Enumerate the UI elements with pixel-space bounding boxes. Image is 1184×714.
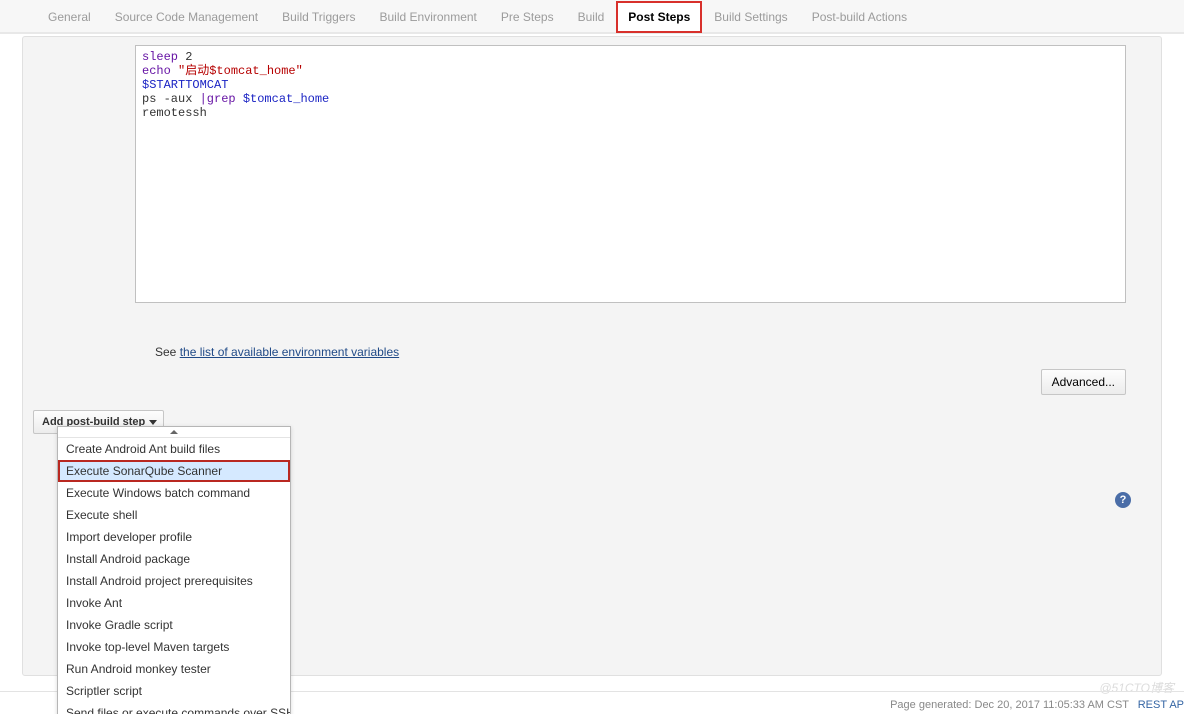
code-string: "启动$tomcat_home" [171, 64, 303, 78]
dropdown-item[interactable]: Invoke Ant [58, 592, 290, 614]
dropdown-item[interactable]: Invoke top-level Maven targets [58, 636, 290, 658]
code-text: ps -aux [142, 92, 200, 106]
dropdown-item[interactable]: Run Android monkey tester [58, 658, 290, 680]
dropdown-item[interactable]: Scriptler script [58, 680, 290, 702]
dropdown-item[interactable]: Invoke Gradle script [58, 614, 290, 636]
tab-post-steps[interactable]: Post Steps [616, 1, 702, 33]
dropdown-item[interactable]: Install Android project prerequisites [58, 570, 290, 592]
shell-command-textarea[interactable]: sleep 2 echo "启动$tomcat_home" $STARTTOMC… [135, 45, 1126, 303]
code-keyword: sleep [142, 50, 178, 64]
code-text: 2 [178, 50, 192, 64]
code-keyword: echo [142, 64, 171, 78]
add-step-dropdown: Create Android Ant build filesExecute So… [57, 426, 291, 714]
code-keyword: |grep [200, 92, 243, 106]
dropdown-item[interactable]: Create Android Ant build files [58, 438, 290, 460]
dropdown-scroll-up[interactable] [58, 427, 290, 438]
post-steps-panel: sleep 2 echo "启动$tomcat_home" $STARTTOMC… [22, 36, 1162, 676]
tab-build[interactable]: Build [566, 1, 617, 32]
env-vars-hint: See the list of available environment va… [155, 345, 399, 359]
tab-build-environment[interactable]: Build Environment [368, 1, 489, 32]
dropdown-item[interactable]: Install Android package [58, 548, 290, 570]
dropdown-item[interactable]: Execute shell [58, 504, 290, 526]
tab-build-settings[interactable]: Build Settings [702, 1, 799, 32]
tab-general[interactable]: General [36, 1, 103, 32]
config-tabs: GeneralSource Code ManagementBuild Trigg… [0, 0, 1184, 34]
dropdown-item[interactable]: Execute SonarQube Scanner [58, 460, 290, 482]
code-variable: $STARTTOMCAT [142, 78, 228, 92]
code-text: remotessh [142, 106, 207, 120]
dropdown-item[interactable]: Execute Windows batch command [58, 482, 290, 504]
tab-build-triggers[interactable]: Build Triggers [270, 1, 367, 32]
tab-post-build-actions[interactable]: Post-build Actions [800, 1, 919, 32]
dropdown-item[interactable]: Send files or execute commands over SSH [58, 702, 290, 714]
code-variable: $tomcat_home [243, 92, 329, 106]
tab-source-code-management[interactable]: Source Code Management [103, 1, 270, 32]
advanced-button[interactable]: Advanced... [1041, 369, 1126, 395]
dropdown-item[interactable]: Import developer profile [58, 526, 290, 548]
tab-pre-steps[interactable]: Pre Steps [489, 1, 566, 32]
env-vars-link[interactable]: the list of available environment variab… [180, 345, 399, 359]
see-prefix: See [155, 345, 180, 359]
rest-api-link[interactable]: REST AP [1138, 699, 1184, 711]
help-icon[interactable]: ? [1115, 492, 1131, 508]
page-generated-text: Page generated: Dec 20, 2017 11:05:33 AM… [890, 699, 1129, 711]
